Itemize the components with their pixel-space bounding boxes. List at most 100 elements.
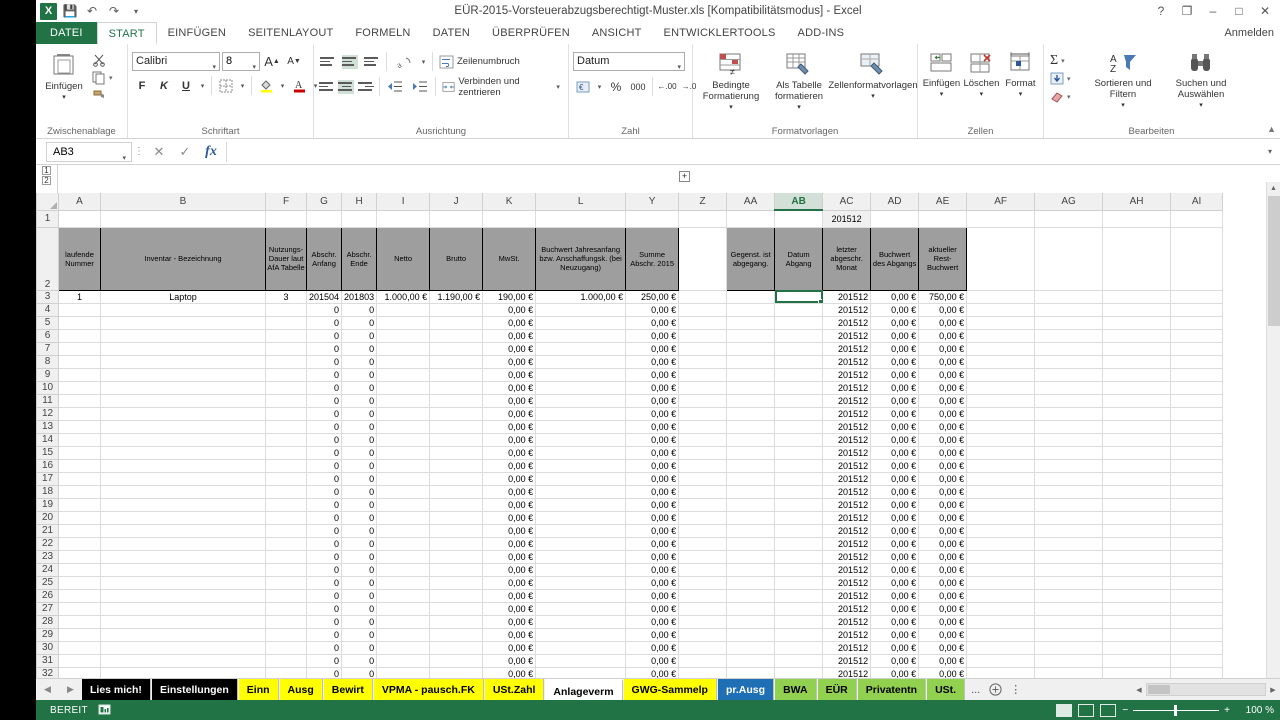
cell-AF7[interactable]	[967, 342, 1035, 355]
cell-H10[interactable]: 0	[342, 381, 377, 394]
header-cell-G[interactable]: Abschr. Anfang	[307, 227, 342, 290]
cell-AD17[interactable]: 0,00 €	[871, 472, 919, 485]
cell-F1[interactable]	[266, 210, 307, 227]
delete-dropdown-icon[interactable]: ▾	[980, 89, 984, 100]
cell-F9[interactable]	[266, 368, 307, 381]
col-header-Y[interactable]: Y	[626, 193, 679, 210]
cell-F5[interactable]	[266, 316, 307, 329]
more-sheets-icon[interactable]: ...	[965, 679, 986, 700]
cell-AI14[interactable]	[1171, 433, 1223, 446]
cell-AE15[interactable]: 0,00 €	[919, 446, 967, 459]
cell-Z28[interactable]	[679, 615, 727, 628]
name-box[interactable]: AB3 ▾	[46, 142, 132, 162]
cell-AC17[interactable]: 201512	[823, 472, 871, 485]
cell-H28[interactable]: 0	[342, 615, 377, 628]
minimize-icon[interactable]: –	[1200, 0, 1226, 22]
cell-AD32[interactable]: 0,00 €	[871, 667, 919, 678]
cell-AD8[interactable]: 0,00 €	[871, 355, 919, 368]
cell-I20[interactable]	[377, 511, 430, 524]
col-header-A[interactable]: A	[59, 193, 101, 210]
cell-L20[interactable]	[536, 511, 626, 524]
cell-AB16[interactable]	[775, 459, 823, 472]
cell-L4[interactable]	[536, 303, 626, 316]
cancel-entry-button[interactable]: ✕	[146, 142, 172, 162]
cell-AG22[interactable]	[1035, 537, 1103, 550]
header-cell-F[interactable]: Nutzungs-Dauer laut AfA Tabelle	[266, 227, 307, 290]
col-header-F[interactable]: F	[266, 193, 307, 210]
cell-K11[interactable]: 0,00 €	[483, 394, 536, 407]
cell-Z19[interactable]	[679, 498, 727, 511]
cell-H20[interactable]: 0	[342, 511, 377, 524]
cell-I12[interactable]	[377, 407, 430, 420]
cell-B21[interactable]	[101, 524, 266, 537]
select-all-button[interactable]	[37, 193, 59, 210]
cell-AE32[interactable]: 0,00 €	[919, 667, 967, 678]
cell-AD3[interactable]: 0,00 €	[871, 290, 919, 303]
zoom-slider-handle[interactable]	[1174, 705, 1177, 716]
cell-AE18[interactable]: 0,00 €	[919, 485, 967, 498]
cell-L1[interactable]	[536, 210, 626, 227]
cell-AG30[interactable]	[1035, 641, 1103, 654]
cell-G1[interactable]	[307, 210, 342, 227]
cell-A9[interactable]	[59, 368, 101, 381]
cell-Z4[interactable]	[679, 303, 727, 316]
outline-level-2[interactable]: 2	[42, 176, 51, 185]
cell-AH27[interactable]	[1103, 602, 1171, 615]
cell-A11[interactable]	[59, 394, 101, 407]
cell-I23[interactable]	[377, 550, 430, 563]
cell-L25[interactable]	[536, 576, 626, 589]
cell-J30[interactable]	[430, 641, 483, 654]
cell-AI4[interactable]	[1171, 303, 1223, 316]
cell-AF21[interactable]	[967, 524, 1035, 537]
cell-H9[interactable]: 0	[342, 368, 377, 381]
cell-Y18[interactable]: 0,00 €	[626, 485, 679, 498]
cell-AD26[interactable]: 0,00 €	[871, 589, 919, 602]
col-header-AD[interactable]: AD	[871, 193, 919, 210]
align-middle-button[interactable]	[340, 52, 360, 71]
cell-H6[interactable]: 0	[342, 329, 377, 342]
cell-K20[interactable]: 0,00 €	[483, 511, 536, 524]
cell-J27[interactable]	[430, 602, 483, 615]
header-cell-L[interactable]: Buchwert Jahresanfang bzw. Anschaffungsk…	[536, 227, 626, 290]
cell-H17[interactable]: 0	[342, 472, 377, 485]
sheet-tab-bewirt[interactable]: Bewirt	[324, 679, 373, 700]
col-header-I[interactable]: I	[377, 193, 430, 210]
cell-G32[interactable]: 0	[307, 667, 342, 678]
cell-H11[interactable]: 0	[342, 394, 377, 407]
cell-AA5[interactable]	[727, 316, 775, 329]
cell-F13[interactable]	[266, 420, 307, 433]
cell-AF29[interactable]	[967, 628, 1035, 641]
cell-K32[interactable]: 0,00 €	[483, 667, 536, 678]
cell-AC12[interactable]: 201512	[823, 407, 871, 420]
cell-AG11[interactable]	[1035, 394, 1103, 407]
cell-I4[interactable]	[377, 303, 430, 316]
scroll-left-icon[interactable]: ◀	[1132, 686, 1146, 694]
font-size-dropdown-icon[interactable]: ▾	[252, 59, 256, 76]
increase-decimal-button[interactable]: ←.00	[657, 77, 677, 96]
cell-AD13[interactable]: 0,00 €	[871, 420, 919, 433]
cell-H31[interactable]: 0	[342, 654, 377, 667]
cell-AA23[interactable]	[727, 550, 775, 563]
add-sheet-button[interactable]	[986, 679, 1004, 700]
cell-K7[interactable]: 0,00 €	[483, 342, 536, 355]
cell-A26[interactable]	[59, 589, 101, 602]
cell-G24[interactable]: 0	[307, 563, 342, 576]
cell-Y11[interactable]: 0,00 €	[626, 394, 679, 407]
cell-Z9[interactable]	[679, 368, 727, 381]
cell-J15[interactable]	[430, 446, 483, 459]
cell-AF26[interactable]	[967, 589, 1035, 602]
row-header-32[interactable]: 32	[37, 667, 59, 678]
cell-AE9[interactable]: 0,00 €	[919, 368, 967, 381]
cell-AE21[interactable]: 0,00 €	[919, 524, 967, 537]
cell-Y31[interactable]: 0,00 €	[626, 654, 679, 667]
cell-H25[interactable]: 0	[342, 576, 377, 589]
cell-L11[interactable]	[536, 394, 626, 407]
cell-Z6[interactable]	[679, 329, 727, 342]
cell-AC24[interactable]: 201512	[823, 563, 871, 576]
cell-Z7[interactable]	[679, 342, 727, 355]
ribbon-display-options-icon[interactable]: ❐	[1174, 0, 1200, 22]
next-sheet-icon[interactable]: ▶	[67, 684, 74, 695]
col-header-L[interactable]: L	[536, 193, 626, 210]
cell-K19[interactable]: 0,00 €	[483, 498, 536, 511]
cell-AA6[interactable]	[727, 329, 775, 342]
